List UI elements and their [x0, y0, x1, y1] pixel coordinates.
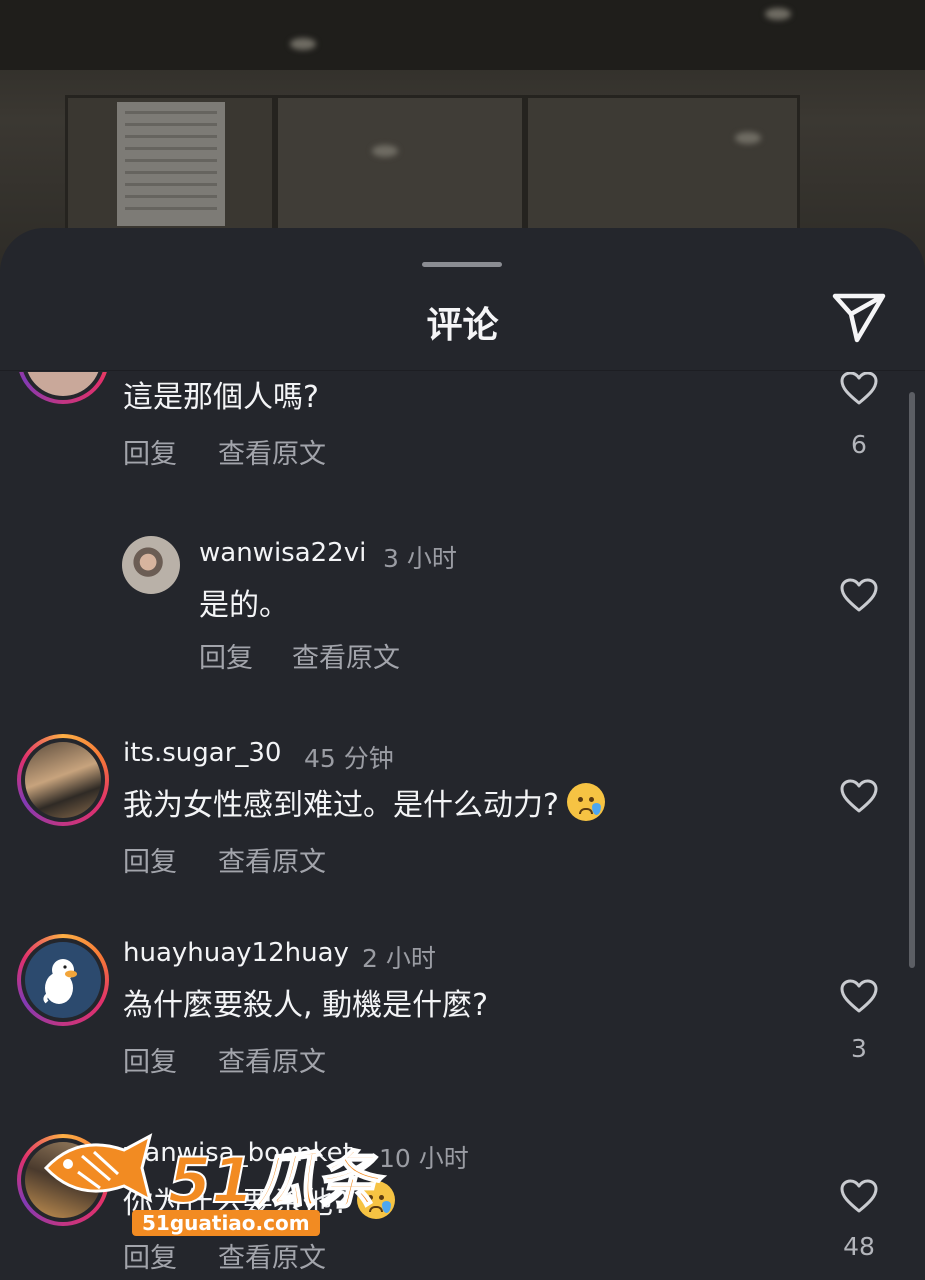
comment-text: 我为女性感到难过。是什么动力? [123, 780, 605, 824]
reply-button[interactable]: 回复 [123, 840, 177, 879]
heart-outline-icon[interactable] [839, 778, 879, 814]
comment-username[interactable]: its.sugar_30 [123, 738, 281, 768]
see-original-button[interactable]: 查看原文 [218, 432, 326, 471]
avatar-story-ring[interactable] [17, 934, 109, 1026]
comment-item: wanwisa_boonket 10 小时 你为什么要杀他? 回复 查看原文 4… [0, 1132, 925, 1280]
video-light-reflection [372, 145, 398, 157]
crying-face-emoji [566, 783, 605, 821]
video-ceiling-light [290, 38, 316, 50]
sheet-drag-handle[interactable] [422, 262, 502, 267]
avatar-story-ring[interactable] [17, 372, 109, 404]
comment-time: 3 小时 [383, 544, 457, 573]
video-ceiling-light [765, 8, 791, 20]
comment-time: 10 小时 [379, 1144, 469, 1173]
reply-button[interactable]: 回复 [123, 1236, 177, 1275]
avatar-story-ring[interactable] [17, 734, 109, 826]
scrollbar[interactable] [909, 392, 915, 968]
crying-face-emoji [356, 1181, 395, 1219]
sheet-title: 评论 [426, 305, 499, 346]
comment-text: 是的。 [199, 588, 289, 623]
comment-username[interactable]: wanwisa_boonket [123, 1138, 353, 1168]
like-count: 3 [851, 1034, 867, 1063]
comment-text-content: 你为什么要杀他? [123, 1186, 349, 1221]
comments-sheet: 评论 這是那個人嗎? 回复 查看原文 6 wanwisa22vi 3 小时 是的… [0, 228, 925, 1280]
header-divider [0, 370, 925, 371]
comment-item: its.sugar_30 45 分钟 我为女性感到难过。是什么动力? 回复 查看… [0, 732, 925, 892]
comment-item: huayhuay12huay 2 小时 為什麼要殺人, 動機是什麼? 回复 查看… [0, 932, 925, 1092]
avatar [25, 942, 101, 1018]
comment-reply-item: wanwisa22vi 3 小时 是的。 回复 查看原文 [0, 532, 925, 692]
avatar[interactable] [122, 536, 180, 594]
avatar [25, 372, 101, 396]
see-original-button[interactable]: 查看原文 [292, 636, 400, 675]
comment-text: 這是那個人嗎? [123, 380, 319, 415]
avatar [25, 1142, 101, 1218]
comment-username[interactable]: wanwisa22vi [199, 538, 366, 568]
like-count: 48 [843, 1232, 875, 1261]
send-icon[interactable] [831, 292, 887, 344]
comment-time: 45 分钟 [304, 744, 394, 773]
comment-text-content: 我为女性感到难过。是什么动力? [123, 788, 559, 823]
heart-outline-icon[interactable] [839, 372, 879, 406]
heart-outline-icon[interactable] [839, 577, 879, 613]
avatar [25, 742, 101, 818]
comment-list[interactable]: 這是那個人嗎? 回复 查看原文 6 wanwisa22vi 3 小时 是的。 回… [0, 372, 925, 1280]
see-original-button[interactable]: 查看原文 [218, 840, 326, 879]
comment-text: 你为什么要杀他? [123, 1178, 395, 1222]
see-original-button[interactable]: 查看原文 [218, 1236, 326, 1275]
reply-button[interactable]: 回复 [123, 432, 177, 471]
like-count: 6 [851, 430, 867, 459]
heart-outline-icon[interactable] [839, 978, 879, 1014]
avatar-story-ring[interactable] [17, 1134, 109, 1226]
video-light-reflection [735, 132, 761, 144]
comment-time: 2 小时 [362, 944, 436, 973]
comment-text: 為什麼要殺人, 動機是什麼? [123, 988, 488, 1023]
reply-button[interactable]: 回复 [123, 1040, 177, 1079]
duck-icon [43, 959, 77, 1004]
heart-outline-icon[interactable] [839, 1178, 879, 1214]
comment-item: 這是那個人嗎? 回复 查看原文 6 [0, 372, 925, 512]
see-original-button[interactable]: 查看原文 [218, 1040, 326, 1079]
reply-button[interactable]: 回复 [199, 636, 253, 675]
video-notice-paper [117, 102, 225, 226]
comment-username[interactable]: huayhuay12huay [123, 938, 349, 968]
